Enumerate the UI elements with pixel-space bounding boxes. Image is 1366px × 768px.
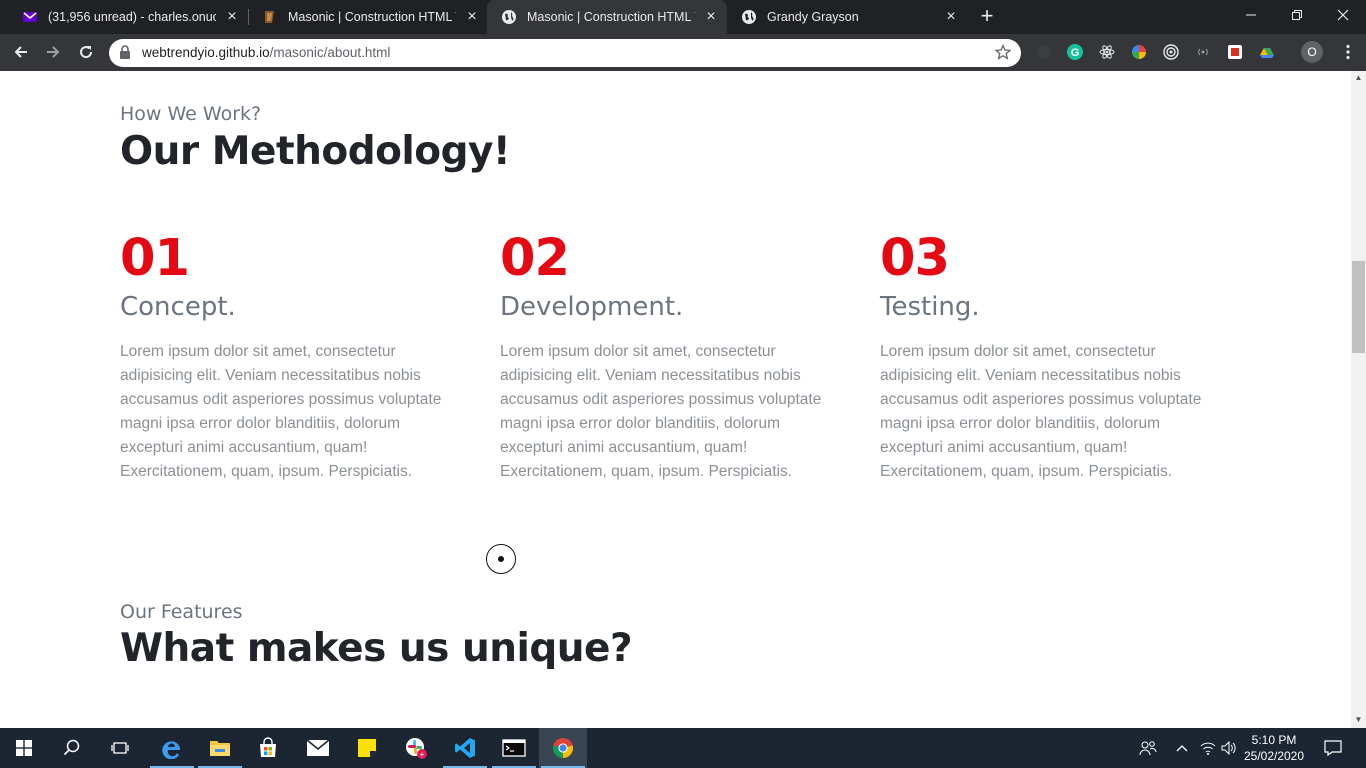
url-host: webtrendyio.github.io [142, 45, 270, 60]
globe-icon [741, 9, 757, 25]
close-window-button[interactable] [1320, 0, 1366, 30]
back-button[interactable] [8, 39, 34, 65]
page-viewport: How We Work? Our Methodology! 01 Concept… [0, 71, 1351, 728]
yahoo-mail-icon [22, 9, 38, 25]
globe-icon [501, 9, 517, 25]
svg-text:G: G [1071, 47, 1080, 59]
forward-button[interactable] [40, 39, 66, 65]
slack-icon[interactable]: + [392, 728, 440, 768]
step-description: Lorem ipsum dolor sit amet, consectetur … [500, 343, 822, 480]
features-kicker: Our Features [120, 601, 243, 623]
methodology-kicker: How We Work? [120, 103, 262, 125]
masonic-icon [262, 9, 278, 25]
color-picker-icon[interactable] [1130, 43, 1148, 61]
features-heading: What makes us unique? [120, 626, 633, 671]
minimize-button[interactable] [1228, 0, 1274, 30]
windows-taskbar: + 5:10 PM 25/02/2020 [0, 728, 1366, 768]
terminal-icon[interactable] [490, 728, 538, 768]
clock-date: 25/02/2020 [1243, 749, 1305, 763]
step-development: 02 Development. Lorem ipsum dolor sit am… [500, 231, 845, 484]
tab-title: Masonic | Construction HTML Template [288, 10, 456, 24]
edge-icon[interactable] [148, 728, 196, 768]
store-icon[interactable] [244, 728, 292, 768]
more-menu-icon[interactable] [1339, 43, 1357, 61]
close-icon[interactable]: × [464, 9, 480, 25]
svg-text:+: + [420, 750, 425, 759]
tab-masonic-2[interactable]: Masonic | Construction HTML Template × [487, 0, 727, 34]
file-explorer-icon[interactable] [196, 728, 244, 768]
target-extension-icon[interactable] [1162, 43, 1180, 61]
step-number: 03 [880, 229, 950, 288]
tab-title: Grandy Grayson [767, 10, 859, 24]
tab-masonic-1[interactable]: Masonic | Construction HTML Template × [248, 0, 488, 34]
chevron-up-icon[interactable] [1172, 728, 1192, 768]
clock-time: 5:10 PM [1251, 733, 1297, 747]
step-testing: 03 Testing. Lorem ipsum dolor sit amet, … [880, 231, 1225, 484]
scrollbar-thumb[interactable] [1352, 261, 1365, 353]
custom-cursor-dot [498, 556, 504, 562]
url-path: /masonic/about.html [269, 45, 391, 60]
close-icon[interactable]: × [224, 9, 240, 25]
drive-extension-icon[interactable] [1258, 43, 1276, 61]
close-icon[interactable]: × [703, 9, 719, 25]
tab-yahoo-mail[interactable]: (31,956 unread) - charles.onuorah × [8, 0, 248, 34]
mail-icon[interactable] [294, 728, 342, 768]
notification-icon[interactable] [1318, 728, 1348, 768]
bookmark-star-icon[interactable] [994, 43, 1012, 65]
sticky-notes-icon[interactable] [343, 728, 391, 768]
step-title: Concept. [120, 292, 236, 322]
system-clock[interactable]: 5:10 PM 25/02/2020 [1241, 732, 1307, 764]
step-title: Testing. [880, 292, 980, 322]
close-icon[interactable]: × [943, 9, 959, 25]
tab-title: Masonic | Construction HTML Template [527, 10, 695, 24]
search-icon[interactable] [48, 728, 96, 768]
lock-icon [119, 45, 131, 64]
step-title: Development. [500, 292, 684, 322]
browser-tab-strip: (31,956 unread) - charles.onuorah × Maso… [0, 0, 1366, 34]
tab-grandy-grayson[interactable]: Grandy Grayson × [727, 0, 967, 34]
url-text[interactable]: webtrendyio.github.io/masonic/about.html [142, 45, 390, 60]
tab-title: (31,956 unread) - charles.onuorah [48, 10, 216, 24]
step-number: 01 [120, 229, 190, 288]
profile-avatar[interactable]: O [1301, 41, 1323, 63]
new-tab-button[interactable]: + [975, 5, 999, 29]
start-button[interactable] [0, 728, 48, 768]
broadcast-icon[interactable] [1194, 43, 1212, 61]
volume-icon[interactable] [1219, 728, 1239, 768]
extension-blank-icon[interactable] [1035, 43, 1053, 61]
step-description: Lorem ipsum dolor sit amet, consectetur … [880, 343, 1202, 480]
step-description: Lorem ipsum dolor sit amet, consectetur … [120, 343, 442, 480]
wifi-icon[interactable] [1198, 728, 1218, 768]
page-scrollbar[interactable] [1351, 71, 1366, 728]
reload-button[interactable] [73, 39, 99, 65]
grammarly-icon[interactable]: G [1066, 43, 1084, 61]
browser-toolbar: webtrendyio.github.io/masonic/about.html… [0, 34, 1366, 71]
restore-button[interactable] [1274, 0, 1320, 30]
shield-extension-icon[interactable] [1226, 43, 1244, 61]
vscode-icon[interactable] [441, 728, 489, 768]
methodology-heading: Our Methodology! [120, 129, 511, 174]
scroll-up-arrow-icon[interactable]: ▲ [1351, 71, 1366, 85]
chrome-icon[interactable] [539, 728, 587, 768]
step-number: 02 [500, 229, 570, 288]
task-view-icon[interactable] [96, 728, 144, 768]
address-bar[interactable]: webtrendyio.github.io/masonic/about.html [109, 39, 1021, 67]
scroll-down-arrow-icon[interactable]: ▼ [1351, 713, 1366, 727]
people-icon[interactable] [1134, 728, 1162, 768]
step-concept: 01 Concept. Lorem ipsum dolor sit amet, … [120, 231, 465, 484]
react-devtools-icon[interactable] [1098, 43, 1116, 61]
